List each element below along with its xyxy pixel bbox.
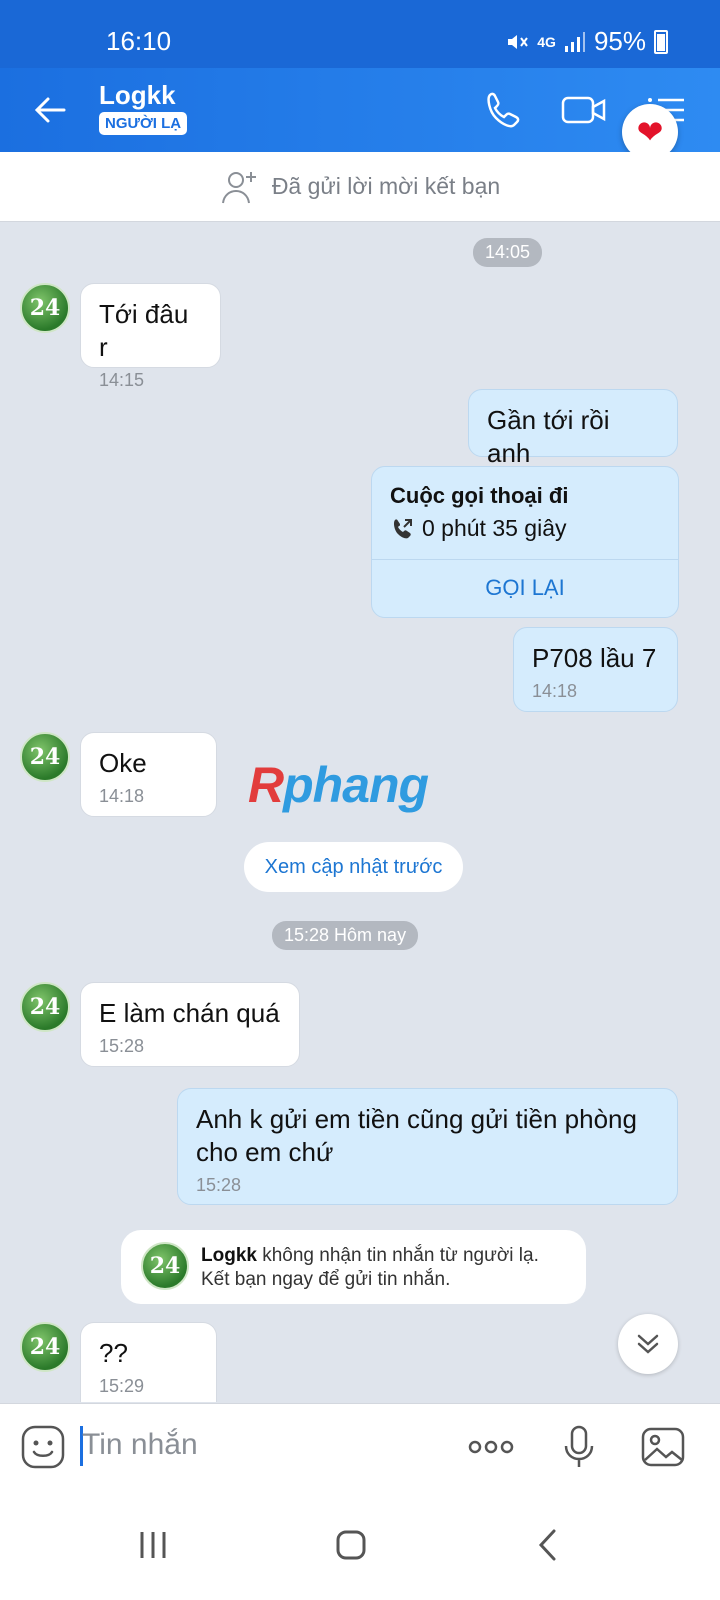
network-type: 4G [537,33,556,50]
system-nav-bar [0,1490,720,1600]
status-icons: 4G 95% [505,26,668,57]
message-bubble-sent[interactable]: Gần tới rồi anh [468,389,678,468]
recent-apps-icon[interactable] [128,1520,178,1570]
battery-icon [654,29,668,54]
date-divider: 15:28 Hôm nay [272,921,419,950]
message-text: Anh k gửi em tiền cũng gửi tiền phòng ch… [196,1104,637,1167]
outgoing-call-icon [394,518,412,538]
message-bubble-received[interactable]: ?? 15:29 [80,1322,217,1402]
scroll-to-bottom-button[interactable] [618,1314,678,1374]
microphone-icon[interactable] [556,1424,602,1470]
video-call-icon[interactable] [560,88,608,132]
home-icon[interactable] [326,1520,376,1570]
system-back-icon[interactable] [524,1520,574,1570]
back-arrow-icon[interactable] [30,90,70,130]
phone-icon[interactable] [480,88,524,132]
call-duration-row: 0 phút 35 giây [390,515,567,542]
message-time: 14:18 [99,786,145,806]
call-title: Cuộc gọi thoại đi [390,483,569,508]
contact-name[interactable]: Logkk [99,80,176,111]
message-bubble-sent[interactable]: P708 lầu 7 14:18 [513,627,678,712]
notice-text: Logkk không nhận tin nhắn từ người lạ. K… [201,1244,539,1292]
double-chevron-down-icon [637,1334,659,1354]
avatar: 24 [141,1242,189,1290]
message-text: P708 lầu 7 [532,643,657,673]
signal-icon [564,31,585,52]
chat-header: Logkk NGƯỜI LẠ [0,68,720,152]
message-text: Gần tới rồi anh [487,405,610,468]
avatar[interactable]: 24 [20,283,70,333]
message-time: 15:28 [99,1036,145,1056]
avatar[interactable]: 24 [20,732,70,782]
message-text: E làm chán quá [99,998,280,1028]
status-time: 16:10 [106,26,172,56]
avatar[interactable]: 24 [20,1322,70,1372]
call-card-divider [372,559,678,560]
add-friend-icon [221,171,256,203]
see-previous-updates-button[interactable]: Xem cập nhật trước [244,842,463,892]
message-text: Tới đâu r [99,299,189,362]
time-divider: 14:05 [473,238,543,267]
message-bubble-received[interactable]: Tới đâu r 14:15 [80,283,221,390]
message-time: 15:29 [99,1376,145,1396]
more-options-icon[interactable] [466,1424,516,1470]
message-time: 14:18 [532,681,578,701]
battery-percent: 95% [593,26,646,56]
message-input[interactable]: Tin nhắn [82,1428,198,1462]
notice-name: Logkk [201,1245,257,1266]
message-bubble-sent[interactable]: Anh k gửi em tiền cũng gửi tiền phòng ch… [177,1088,678,1205]
message-time: 15:28 [196,1175,242,1195]
message-text: Oke [99,748,147,778]
message-text: ?? [99,1338,128,1368]
emoji-icon[interactable] [20,1424,66,1470]
call-card[interactable]: Cuộc gọi thoại đi 0 phút 35 giây GỌI LẠI [371,466,679,618]
call-duration: 0 phút 35 giây [422,515,567,541]
message-time: 14:15 [99,370,145,390]
friend-request-bar: Đã gửi lời mời kết bạn [0,152,720,222]
avatar[interactable]: 24 [20,982,70,1032]
message-bubble-received[interactable]: Oke 14:18 [80,732,217,817]
stranger-badge: NGƯỜI LẠ [99,112,188,135]
friend-request-text: Đã gửi lời mời kết bạn [271,173,501,199]
stranger-notice: 24 Logkk không nhận tin nhắn từ người lạ… [121,1230,586,1304]
notice-line2: Kết bạn ngay để gửi tin nhắn. [201,1269,451,1290]
message-bubble-received[interactable]: E làm chán quá 15:28 [80,982,300,1067]
heart-icon: ❤ [636,114,664,150]
watermark-logo: Rphang [248,757,429,813]
status-bar: 16:10 4G 95% [0,0,720,68]
image-gallery-icon[interactable] [640,1424,686,1470]
notice-line1: không nhận tin nhắn từ người lạ. [256,1245,539,1266]
mute-icon [508,34,529,49]
call-back-button[interactable]: GỌI LẠI [372,575,678,601]
message-input-bar: Tin nhắn [0,1403,720,1490]
